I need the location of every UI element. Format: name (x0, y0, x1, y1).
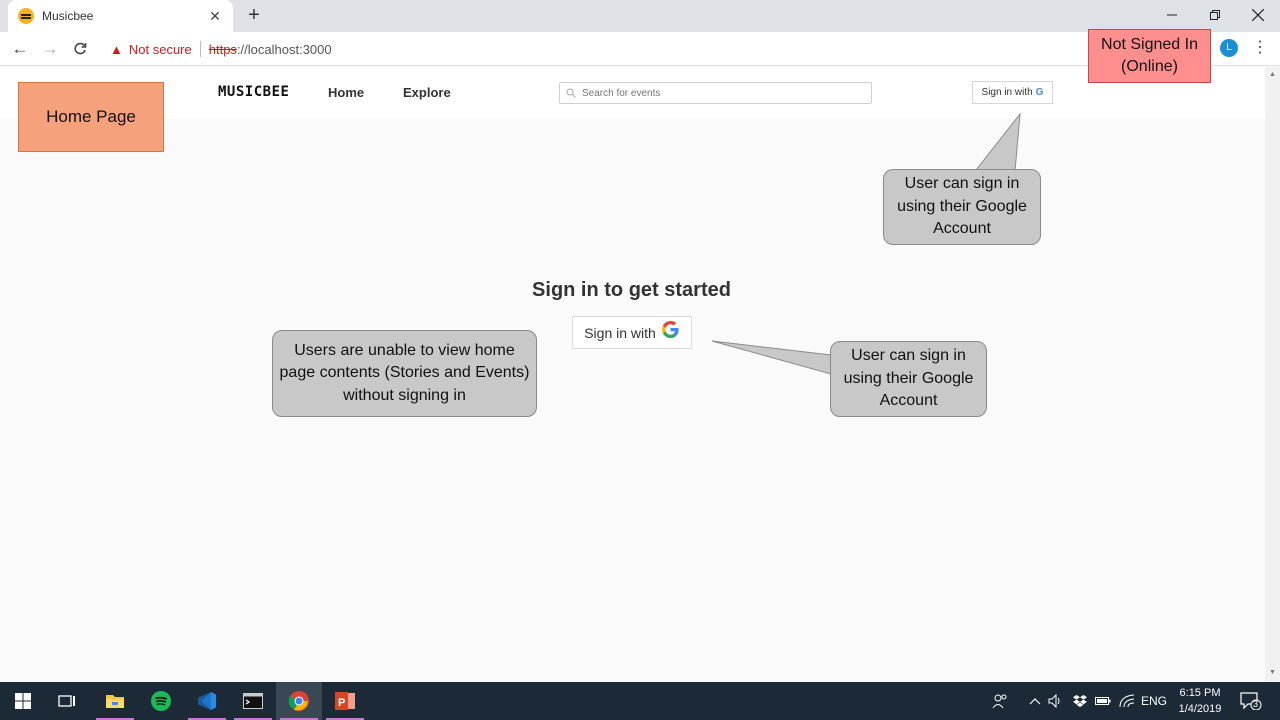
search-input[interactable] (582, 87, 862, 99)
notification-count: 3 (1253, 699, 1259, 709)
status-annotation: Not Signed In (Online) (1088, 29, 1211, 83)
nav-explore-link[interactable]: Explore (403, 85, 451, 100)
wifi-icon[interactable] (1119, 682, 1135, 720)
address-bar[interactable]: ▲ Not secure https ://localhost:3000 (104, 36, 1204, 62)
header-google-signin-button[interactable]: Sign in with G (972, 81, 1053, 104)
chevron-up-icon[interactable] (1029, 682, 1041, 720)
restore-button[interactable] (1194, 0, 1236, 30)
battery-icon[interactable] (1095, 682, 1111, 720)
new-tab-button[interactable]: + (244, 5, 264, 25)
site-header: MUSICBEE Home Explore Sign in with G (0, 67, 1265, 119)
notification-center-icon[interactable]: 3 (1240, 682, 1262, 720)
google-signin-button[interactable]: Sign in with (572, 316, 692, 349)
address-divider (199, 41, 201, 57)
callout-main-signin: User can sign in using their Google Acco… (830, 341, 987, 417)
task-view-icon[interactable] (44, 682, 90, 720)
search-icon (566, 88, 576, 98)
people-icon[interactable] (992, 682, 1008, 720)
dropbox-icon[interactable] (1073, 682, 1087, 720)
scroll-up-icon[interactable]: ▲ (1265, 69, 1280, 81)
windows-taskbar: P ENG 6:15 PM 1/4/2019 3 (0, 682, 1280, 720)
svg-text:P: P (338, 697, 345, 709)
chrome-icon[interactable] (276, 682, 322, 720)
warning-icon: ▲ (110, 41, 123, 57)
file-explorer-icon[interactable] (92, 682, 138, 720)
header-signin-label: Sign in with (981, 87, 1033, 98)
input-language[interactable]: ENG (1141, 682, 1167, 720)
clock-time: 6:15 PM (1179, 687, 1221, 699)
profile-avatar[interactable]: L (1220, 39, 1238, 57)
callout-restricted-content: Users are unable to view home page conte… (272, 330, 537, 417)
url-protocol: https (208, 41, 237, 57)
back-icon[interactable]: ← (9, 38, 31, 60)
scroll-down-icon[interactable]: ▼ (1265, 667, 1280, 679)
tab-close-icon[interactable]: ✕ (207, 8, 223, 25)
clock-date: 1/4/2019 (1178, 703, 1222, 715)
close-window-button[interactable] (1237, 0, 1279, 30)
security-status[interactable]: Not secure (129, 42, 192, 57)
callout-header-signin: User can sign in using their Google Acco… (883, 169, 1041, 245)
powerpoint-icon[interactable]: P (322, 682, 368, 720)
tab-musicbee[interactable]: Musicbee ✕ (8, 0, 233, 32)
minimize-button[interactable] (1151, 0, 1193, 30)
volume-icon[interactable] (1048, 682, 1064, 720)
signin-label: Sign in with (584, 324, 656, 341)
bee-favicon-icon (18, 8, 34, 24)
page-label-annotation: Home Page (18, 82, 164, 152)
page-scrollbar[interactable]: ▲ ▼ (1265, 67, 1280, 681)
status-line-1: Not Signed In (1101, 36, 1198, 54)
vscode-icon[interactable] (184, 682, 230, 720)
browser-menu-icon[interactable]: ⋮ (1252, 38, 1268, 58)
url-host: ://localhost:3000 (236, 41, 332, 57)
status-line-2: (Online) (1121, 58, 1178, 75)
browser-tab-bar: Musicbee ✕ + (0, 0, 1280, 32)
windows-start-icon[interactable] (0, 682, 46, 720)
google-icon: G (1035, 87, 1044, 98)
signin-heading: Sign in to get started (532, 279, 731, 301)
reload-icon[interactable] (69, 38, 91, 60)
search-box[interactable] (559, 82, 872, 104)
tab-title: Musicbee (42, 9, 94, 23)
spotify-icon[interactable] (138, 682, 184, 720)
google-logo-icon (661, 320, 680, 345)
system-clock[interactable]: 6:15 PM 1/4/2019 (1168, 685, 1232, 717)
forward-icon[interactable]: → (39, 38, 61, 60)
nav-home-link[interactable]: Home (328, 85, 364, 100)
terminal-icon[interactable] (230, 682, 276, 720)
web-page: MUSICBEE Home Explore Sign in with G Sig… (0, 67, 1265, 681)
site-logo[interactable]: MUSICBEE (218, 84, 289, 100)
